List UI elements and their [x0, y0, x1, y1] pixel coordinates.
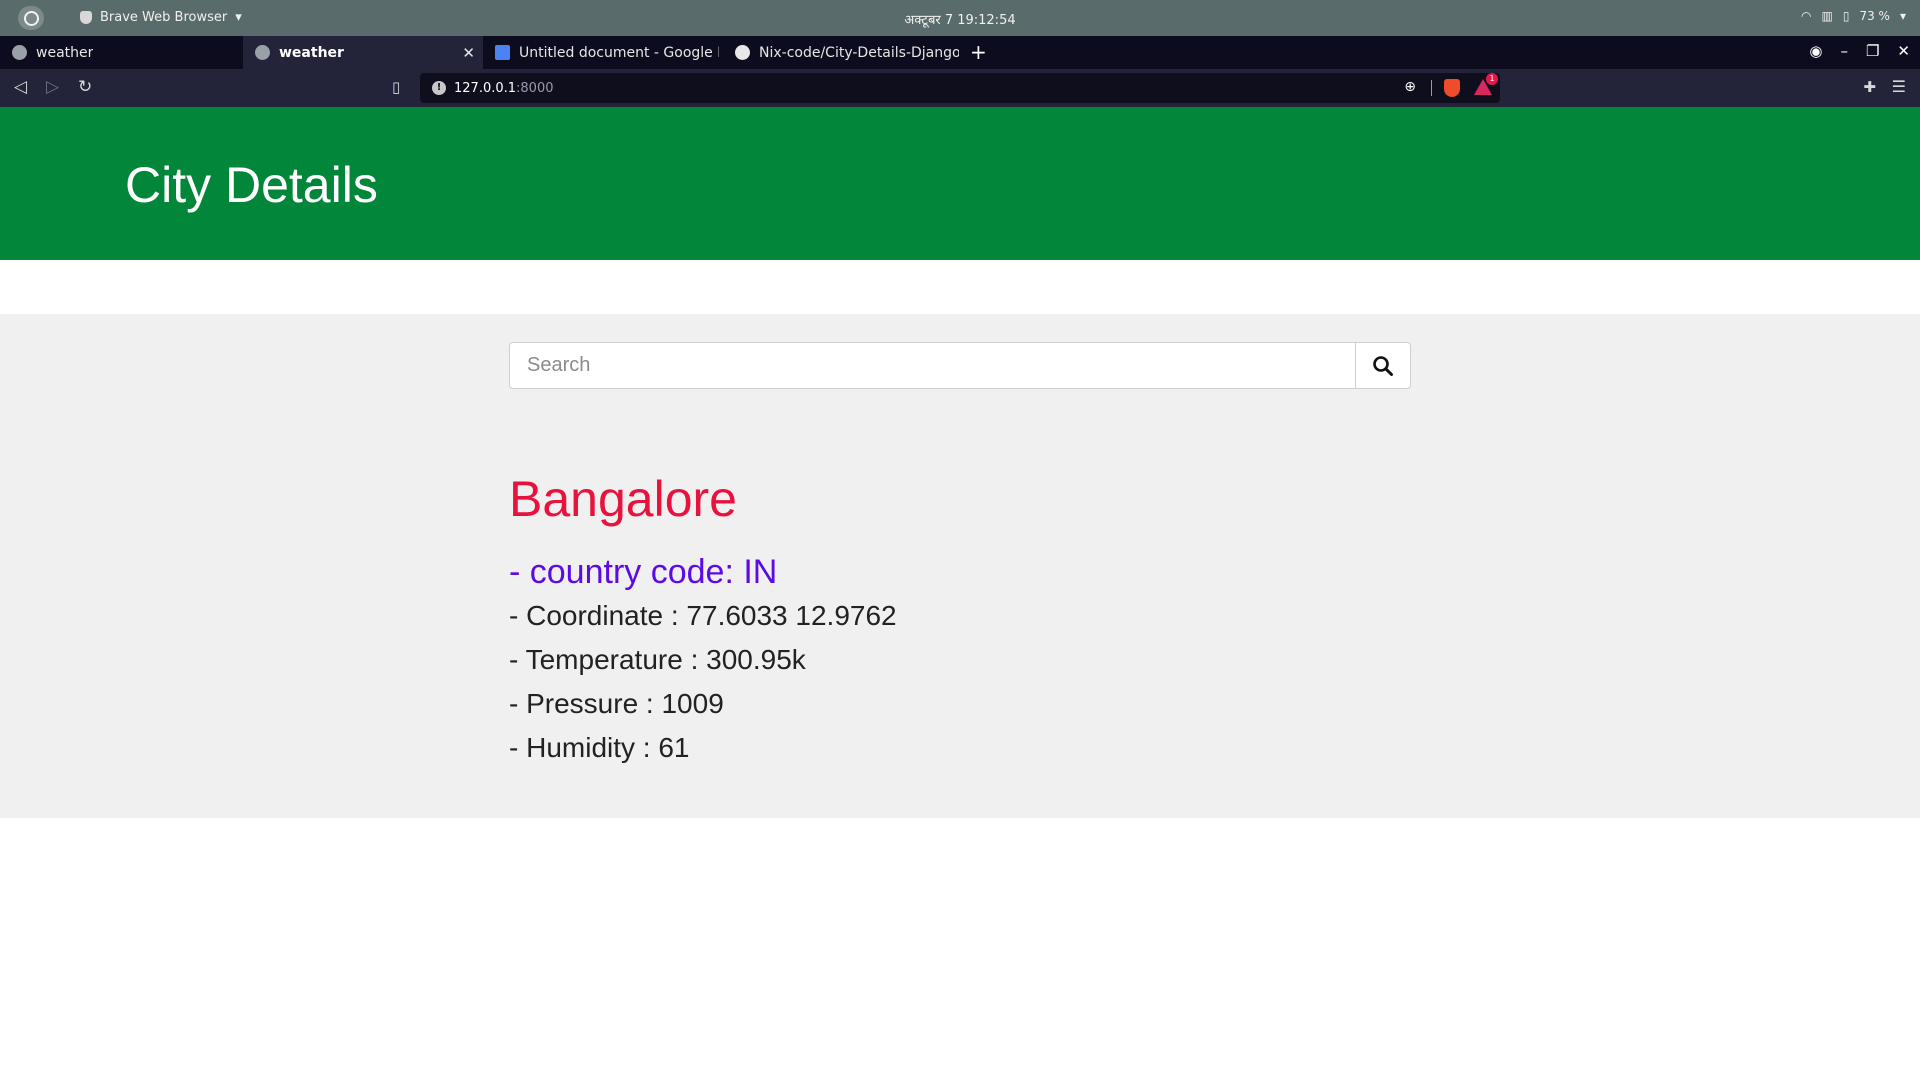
search-form	[509, 342, 1411, 389]
brave-shields-icon[interactable]	[1444, 79, 1460, 97]
forward-icon[interactable]: ▷	[46, 77, 59, 97]
pressure-detail: - Pressure : 1009	[509, 688, 724, 719]
menu-icon[interactable]: ☰	[1892, 77, 1906, 96]
globe-icon	[255, 45, 270, 60]
search-icon	[1373, 355, 1393, 376]
rewards-badge: 1	[1486, 73, 1498, 85]
restore-icon[interactable]: ❐	[1866, 42, 1879, 60]
url-host: 127.0.0.1	[454, 81, 517, 96]
url-text[interactable]: 127.0.0.1:8000	[454, 81, 554, 96]
page-title: City Details	[125, 157, 378, 213]
window-controls: ◉ – ❐ ✕	[1809, 42, 1910, 60]
browser-toolbar: ◁ ▷ ↻ ▯ ! 127.0.0.1:8000 ⊕ 1 ✚ ☰	[0, 69, 1920, 107]
search-button[interactable]	[1355, 342, 1411, 389]
tab-google-doc[interactable]: Untitled document - Google D	[483, 36, 723, 69]
tab-github[interactable]: Nix-code/City-Details-Django-	[723, 36, 963, 69]
system-top-bar: Brave Web Browser ▾ अक्टूबर 7 19:12:54 ◠…	[0, 0, 1920, 36]
github-icon	[735, 45, 750, 60]
volume-icon: ▥	[1821, 9, 1833, 23]
address-bar[interactable]: ! 127.0.0.1:8000 ⊕ 1	[420, 73, 1500, 103]
google-docs-icon	[495, 45, 510, 60]
temperature-detail: - Temperature : 300.95k	[509, 644, 806, 675]
country-code: - country code: IN	[509, 553, 778, 591]
page-header: City Details	[0, 107, 1920, 260]
url-port: :8000	[516, 81, 554, 96]
city-name: Bangalore	[509, 471, 737, 527]
tab-title: weather	[279, 44, 344, 61]
humidity-detail: - Humidity : 61	[509, 732, 690, 763]
divider	[1431, 80, 1432, 96]
system-tray[interactable]: ◠ ▥ ▯ 73 % ▾	[1801, 9, 1906, 23]
wifi-icon: ◠	[1801, 9, 1812, 23]
web-page: City Details Bangalore - country code: I…	[0, 107, 1920, 1080]
coordinate-detail: - Coordinate : 77.6033 12.9762	[509, 600, 897, 631]
tab-title: Nix-code/City-Details-Django-	[759, 44, 959, 61]
battery-percent: 73 %	[1859, 9, 1890, 23]
tab-search-icon[interactable]: ◉	[1809, 42, 1822, 60]
extensions-icon[interactable]: ✚	[1863, 78, 1876, 96]
tab-weather-1[interactable]: weather	[0, 36, 243, 69]
back-icon[interactable]: ◁	[14, 77, 27, 97]
globe-icon	[12, 45, 27, 60]
close-tab-icon[interactable]: ✕	[462, 44, 475, 62]
chevron-down-icon: ▾	[1899, 9, 1906, 23]
tab-title: weather	[36, 44, 94, 61]
close-window-icon[interactable]: ✕	[1897, 42, 1910, 60]
tab-title: Untitled document - Google D	[519, 44, 719, 61]
new-tab-button[interactable]: +	[970, 40, 987, 64]
battery-icon: ▯	[1842, 9, 1850, 23]
minimize-icon[interactable]: –	[1840, 42, 1848, 60]
bookmark-icon[interactable]: ▯	[392, 78, 400, 96]
system-clock[interactable]: अक्टूबर 7 19:12:54	[0, 10, 1920, 28]
tab-strip: weather weather ✕ Untitled document - Go…	[0, 36, 1920, 69]
search-input[interactable]	[509, 342, 1356, 389]
results-section: Bangalore - country code: IN - Coordinat…	[0, 314, 1920, 818]
tab-weather-2[interactable]: weather ✕	[243, 36, 483, 69]
zoom-icon[interactable]: ⊕	[1404, 79, 1416, 95]
reload-icon[interactable]: ↻	[78, 77, 92, 97]
site-info-icon[interactable]: !	[432, 81, 446, 95]
